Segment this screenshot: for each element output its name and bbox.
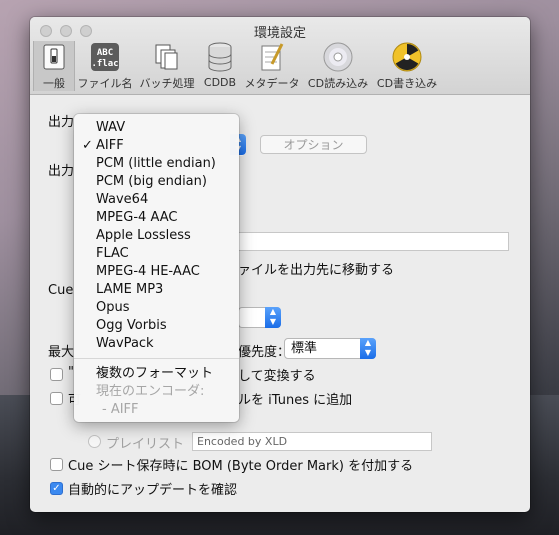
tab-cd-burn-label: CD書き込み bbox=[376, 77, 438, 90]
convert-checkbox[interactable] bbox=[50, 368, 63, 381]
menu-current-encoder-value: - AIFF bbox=[102, 402, 139, 417]
output-dir-field[interactable] bbox=[238, 232, 509, 251]
tab-batch[interactable]: バッチ処理 bbox=[138, 41, 196, 91]
cd-icon bbox=[322, 41, 354, 72]
menu-item-wav[interactable]: WAV bbox=[74, 119, 239, 137]
output-format-label: 出力 bbox=[48, 115, 75, 130]
priority-label: 優先度： bbox=[238, 345, 291, 360]
database-icon bbox=[204, 41, 236, 73]
bom-checkbox[interactable] bbox=[50, 458, 63, 471]
abc-flac-icon: ABC .flac bbox=[89, 41, 121, 72]
menu-item-mp3[interactable]: LAME MP3 bbox=[74, 281, 239, 299]
max-threads-label: 最大 bbox=[48, 345, 75, 360]
menu-separator bbox=[74, 358, 239, 359]
menu-item-opus[interactable]: Opus bbox=[74, 299, 239, 317]
toolbar: 環境設定 一般 ABC .flac ファイル名 バッチ処理 CDDB メタデータ… bbox=[30, 17, 530, 95]
priority-value: 標準 bbox=[291, 341, 318, 356]
menu-item-alac[interactable]: Apple Lossless bbox=[74, 227, 239, 245]
tab-cd-rip-label: CD読み込み bbox=[307, 77, 369, 90]
menu-item-aiff[interactable]: ✓ AIFF bbox=[74, 137, 239, 155]
tab-batch-label: バッチ処理 bbox=[139, 77, 195, 90]
add-to-itunes-checkbox[interactable] bbox=[50, 392, 63, 405]
menu-item-flac[interactable]: FLAC bbox=[74, 245, 239, 263]
documents-icon bbox=[151, 41, 183, 72]
tab-filename[interactable]: ABC .flac ファイル名 bbox=[76, 41, 134, 91]
menu-item-he-aac[interactable]: MPEG-4 HE-AAC bbox=[74, 263, 239, 281]
menu-item-pcm-big[interactable]: PCM (big endian) bbox=[74, 173, 239, 191]
playlist-radio-label: プレイリスト bbox=[106, 437, 185, 452]
playlist-radio[interactable] bbox=[88, 435, 101, 448]
menu-current-encoder-label: 現在のエンコーダ: bbox=[96, 384, 205, 399]
notepad-icon bbox=[256, 41, 288, 72]
output-format-menu: WAV ✓ AIFF PCM (little endian) PCM (big e… bbox=[74, 114, 239, 422]
tab-metadata-label: メタデータ bbox=[244, 77, 300, 90]
tab-general-label: 一般 bbox=[43, 77, 65, 90]
move-to-output-text: ァイルを出力先に移動する bbox=[238, 263, 395, 278]
tab-cddb[interactable]: CDDB bbox=[200, 41, 240, 91]
tab-metadata[interactable]: メタデータ bbox=[243, 41, 301, 91]
svg-text:ABC: ABC bbox=[97, 48, 113, 58]
window-title: 環境設定 bbox=[253, 26, 306, 41]
cue-popup[interactable]: ▲ ▼ bbox=[238, 307, 281, 328]
tab-cd-burn[interactable]: CD書き込み bbox=[375, 41, 439, 91]
add-to-itunes-label: ルを iTunes に追加 bbox=[238, 393, 353, 408]
output-dir-label: 出力 bbox=[48, 164, 75, 179]
tab-filename-label: ファイル名 bbox=[77, 77, 133, 90]
menu-item-pcm-little[interactable]: PCM (little endian) bbox=[74, 155, 239, 173]
priority-popup[interactable]: 標準 ▲ ▼ bbox=[284, 338, 376, 359]
auto-update-label: 自動的にアップデートを確認 bbox=[68, 483, 238, 498]
tab-general[interactable]: 一般 bbox=[33, 41, 75, 91]
tab-cd-rip[interactable]: CD読み込み bbox=[306, 41, 370, 91]
tab-cddb-label: CDDB bbox=[203, 76, 237, 89]
playlist-name-field[interactable]: Encoded by XLD bbox=[192, 432, 432, 451]
switch-icon bbox=[38, 41, 70, 72]
menu-item-wavpack[interactable]: WavPack bbox=[74, 335, 239, 353]
chevron-updown-icon: ▲▼ bbox=[360, 338, 376, 359]
menu-item-multiple-formats[interactable]: 複数のフォーマット bbox=[74, 365, 239, 383]
svg-text:.flac: .flac bbox=[91, 59, 118, 69]
menu-item-aac[interactable]: MPEG-4 AAC bbox=[74, 209, 239, 227]
menu-item-wave64[interactable]: Wave64 bbox=[74, 191, 239, 209]
convert-label: して変換する bbox=[238, 369, 316, 384]
auto-update-checkbox[interactable]: ✓ bbox=[50, 482, 63, 495]
checkmark-icon: ✓ bbox=[82, 138, 93, 153]
options-button[interactable]: オプション bbox=[260, 135, 367, 154]
burn-icon bbox=[391, 41, 423, 72]
chevron-updown-icon: ▲▼ bbox=[265, 307, 281, 328]
menu-item-vorbis[interactable]: Ogg Vorbis bbox=[74, 317, 239, 335]
bom-label: Cue シート保存時に BOM (Byte Order Mark) を付加する bbox=[68, 459, 414, 474]
cue-label: Cue bbox=[48, 283, 74, 298]
